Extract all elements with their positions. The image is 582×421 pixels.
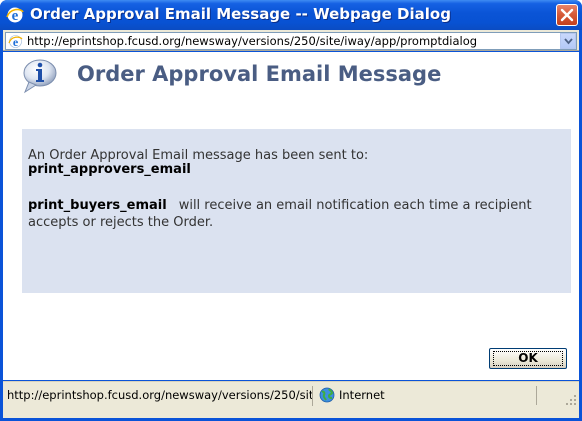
page-icon: e bbox=[8, 34, 23, 49]
approvers-email: print_approvers_email bbox=[28, 162, 191, 177]
address-field[interactable]: e http://eprintshop.fcusd.org/newsway/ve… bbox=[5, 32, 577, 50]
ok-button[interactable]: OK bbox=[489, 348, 567, 369]
status-divider bbox=[536, 386, 537, 405]
status-url: http://eprintshop.fcusd.org/newsway/vers… bbox=[4, 386, 313, 406]
window-title: Order Approval Email Message -- Webpage … bbox=[30, 5, 451, 23]
dialog-window: e Order Approval Email Message -- Webpag… bbox=[0, 0, 582, 421]
notification-paragraph: print_buyers_email will receive an email … bbox=[28, 197, 568, 231]
title-bar[interactable]: e Order Approval Email Message -- Webpag… bbox=[0, 0, 582, 30]
address-dropdown-button[interactable] bbox=[560, 33, 576, 49]
security-zone: Internet bbox=[339, 388, 385, 402]
status-bar: http://eprintshop.fcusd.org/newsway/vers… bbox=[3, 381, 579, 418]
info-icon bbox=[20, 58, 58, 94]
message-panel: An Order Approval Email message has been… bbox=[22, 129, 571, 293]
resize-grip-icon[interactable] bbox=[565, 391, 577, 405]
ie-icon: e bbox=[6, 6, 24, 24]
chevron-down-icon bbox=[564, 38, 573, 45]
buyers-email: print_buyers_email bbox=[28, 198, 167, 213]
ok-label: OK bbox=[518, 351, 538, 365]
address-bar: e http://eprintshop.fcusd.org/newsway/ve… bbox=[3, 30, 579, 51]
dialog-content: Order Approval Email Message An Order Ap… bbox=[3, 52, 579, 380]
sent-to-text: An Order Approval Email message has been… bbox=[28, 148, 369, 163]
globe-icon bbox=[319, 387, 335, 403]
close-icon bbox=[560, 8, 574, 22]
close-button[interactable] bbox=[556, 4, 578, 26]
dialog-heading: Order Approval Email Message bbox=[77, 62, 442, 86]
address-url: http://eprintshop.fcusd.org/newsway/vers… bbox=[27, 34, 478, 48]
